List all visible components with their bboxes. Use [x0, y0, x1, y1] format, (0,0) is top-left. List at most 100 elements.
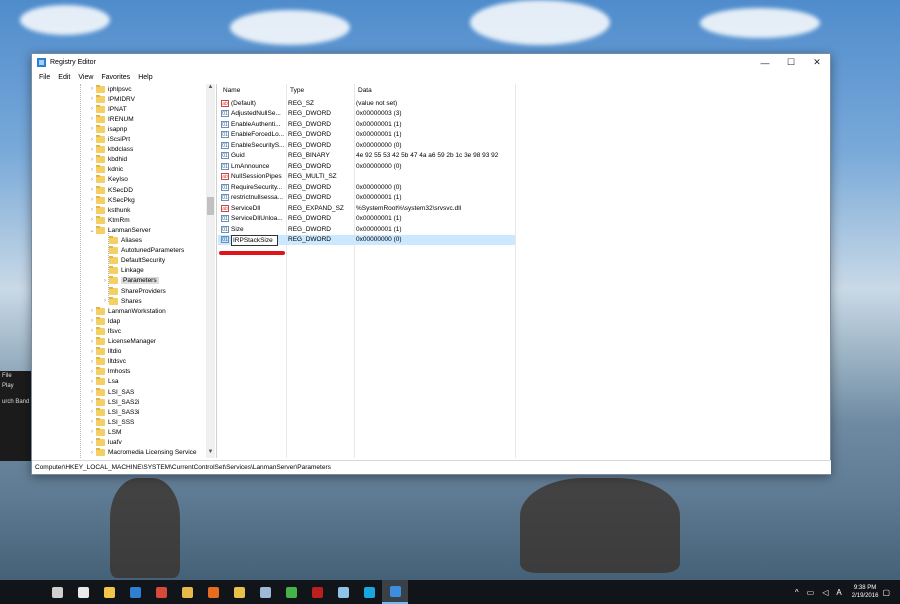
chevron-right-icon[interactable]: › [88, 318, 96, 324]
value-row[interactable]: 01 IRPStackSize REG_DWORD 0x00000000 (0) [218, 234, 515, 246]
close-button[interactable]: ✕ [804, 54, 830, 71]
column-header-type[interactable]: Type [290, 84, 304, 97]
chevron-right-icon[interactable]: › [88, 116, 96, 122]
tree-item[interactable]: › KeyIso [88, 175, 128, 185]
chevron-right-icon[interactable]: › [88, 369, 96, 375]
chevron-right-icon[interactable]: › [88, 217, 96, 223]
menu-edit[interactable]: Edit [54, 74, 74, 81]
chevron-right-icon[interactable]: › [88, 177, 96, 183]
chevron-right-icon[interactable]: › [88, 429, 96, 435]
tree-item[interactable]: › kdnic [88, 165, 123, 175]
taskbar-button[interactable] [148, 580, 174, 604]
tree-item[interactable]: › LSI_SAS3i [88, 407, 139, 417]
column-divider[interactable] [515, 84, 516, 458]
value-row[interactable]: ab NullSessionPipes REG_MULTI_SZ [218, 172, 515, 182]
tree-item[interactable]: ShareProviders [101, 286, 166, 296]
tree-item[interactable]: › lltdsvc [88, 357, 126, 367]
tree-item[interactable]: › Parameters [101, 276, 159, 286]
chevron-right-icon[interactable]: › [88, 197, 96, 203]
taskbar-button[interactable] [174, 580, 200, 604]
taskbar-button[interactable] [382, 580, 408, 604]
tree-item[interactable]: AutotunedParameters [101, 246, 184, 256]
tree-item[interactable]: › lfsvc [88, 326, 121, 336]
background-media-player[interactable]: File Play urch Band - [0, 371, 32, 461]
value-row[interactable]: 01 EnableAuthenti... REG_DWORD 0x00000001 (… [218, 119, 515, 129]
menu-favorites[interactable]: Favorites [97, 74, 134, 81]
tree-item[interactable]: Linkage [101, 266, 144, 276]
chevron-right-icon[interactable]: › [88, 379, 96, 385]
start-button[interactable] [0, 580, 40, 604]
tree-item[interactable]: › LSI_SSS [88, 417, 134, 427]
tree-item[interactable]: › LSI_SAS [88, 387, 134, 397]
tree-scrollbar-thumb[interactable] [207, 197, 214, 215]
media-menu-file[interactable]: File [0, 371, 32, 381]
tree-item[interactable]: ⌄ LanmanServer [88, 225, 151, 235]
menu-help[interactable]: Help [134, 74, 156, 81]
network-icon[interactable]: ▭ [807, 588, 815, 597]
value-row[interactable]: 01 EnableSecurityS... REG_DWORD 0x00000000 … [218, 140, 515, 150]
taskbar-button[interactable] [44, 580, 70, 604]
tree-item[interactable]: › lltdio [88, 347, 121, 357]
chevron-right-icon[interactable]: › [101, 278, 109, 284]
value-row[interactable]: 01 AdjustedNullSe... REG_DWORD 0x00000003 (… [218, 109, 515, 119]
title-bar[interactable]: Registry Editor — ☐ ✕ [32, 54, 830, 71]
chevron-right-icon[interactable]: › [88, 126, 96, 132]
tree-item[interactable]: › lmhosts [88, 367, 130, 377]
tree-item[interactable]: › kbdclass [88, 145, 133, 155]
chevron-right-icon[interactable]: › [88, 419, 96, 425]
maximize-button[interactable]: ☐ [778, 54, 804, 71]
tree-item[interactable]: Aliases [101, 236, 142, 246]
tree-item[interactable]: › KtmRm [88, 215, 130, 225]
registry-values-list[interactable]: Name Type Data ab (Default) REG_SZ (value n… [218, 84, 828, 458]
taskbar-button[interactable] [200, 580, 226, 604]
chevron-right-icon[interactable]: › [88, 96, 96, 102]
tree-item[interactable]: › ksthunk [88, 205, 130, 215]
taskbar-button[interactable] [304, 580, 330, 604]
chevron-right-icon[interactable]: › [88, 328, 96, 334]
chevron-right-icon[interactable]: › [101, 298, 109, 304]
chevron-right-icon[interactable]: › [88, 106, 96, 112]
tree-item[interactable]: › LSI_SAS2i [88, 397, 139, 407]
value-row[interactable]: 01 Guid REG_BINARY 4e 92 55 53 42 5b 47 4a … [218, 151, 515, 161]
taskbar-button[interactable] [356, 580, 382, 604]
chevron-right-icon[interactable]: › [88, 349, 96, 355]
menu-view[interactable]: View [74, 74, 97, 81]
taskbar-button[interactable] [122, 580, 148, 604]
value-row[interactable]: 01 restrictnullsessa... REG_DWORD 0x0000000… [218, 193, 515, 203]
tree-item[interactable]: › LicenseManager [88, 337, 156, 347]
clock[interactable]: 9:38 PM 2/19/2016 [852, 584, 879, 600]
value-row[interactable]: 01 EnableForcedLo... REG_DWORD 0x00000001 (… [218, 130, 515, 140]
tree-item[interactable]: › IPMIDRV [88, 94, 135, 104]
tree-item[interactable]: › KSecPkg [88, 195, 135, 205]
chevron-right-icon[interactable]: › [88, 308, 96, 314]
tree-item[interactable]: › LSM [88, 427, 121, 437]
chevron-right-icon[interactable]: › [88, 409, 96, 415]
chevron-down-icon[interactable]: ⌄ [88, 227, 96, 234]
menu-file[interactable]: File [35, 74, 54, 81]
value-row[interactable]: 01 ServiceDllUnloa... REG_DWORD 0x00000001 … [218, 214, 515, 224]
tree-item[interactable]: › LanmanWorkstation [88, 306, 166, 316]
chevron-right-icon[interactable]: › [88, 167, 96, 173]
chevron-right-icon[interactable]: › [88, 187, 96, 193]
tree-item[interactable]: › Shares [101, 296, 142, 306]
taskbar-button[interactable] [96, 580, 122, 604]
tree-item[interactable]: › isapnp [88, 124, 127, 134]
notifications-icon[interactable]: ▢ [882, 588, 890, 597]
taskbar-button[interactable] [252, 580, 278, 604]
tray-chevron-icon[interactable]: ^ [795, 588, 799, 597]
chevron-right-icon[interactable]: › [88, 440, 96, 446]
taskbar-button[interactable] [226, 580, 252, 604]
tree-item[interactable]: › IPNAT [88, 104, 127, 114]
registry-key-tree[interactable]: › iphlpsvc › IPMIDRV › IPNAT › IRENUM › isapnp › iS… [33, 84, 217, 458]
chevron-right-icon[interactable]: › [88, 399, 96, 405]
taskbar-button[interactable] [330, 580, 356, 604]
scroll-down-icon[interactable]: ▼ [206, 449, 215, 458]
value-row[interactable]: ab (Default) REG_SZ (value not set) [218, 98, 515, 108]
tree-item[interactable]: › luafv [88, 438, 122, 448]
value-row[interactable]: 01 RequireSecurity... REG_DWORD 0x00000000 … [218, 182, 515, 192]
chevron-right-icon[interactable]: › [88, 137, 96, 143]
value-row[interactable]: ab ServiceDll REG_EXPAND_SZ %SystemRoot%\sy… [218, 203, 515, 213]
chevron-right-icon[interactable]: › [88, 359, 96, 365]
column-header-name[interactable]: Name [223, 84, 240, 97]
chevron-right-icon[interactable]: › [88, 389, 96, 395]
